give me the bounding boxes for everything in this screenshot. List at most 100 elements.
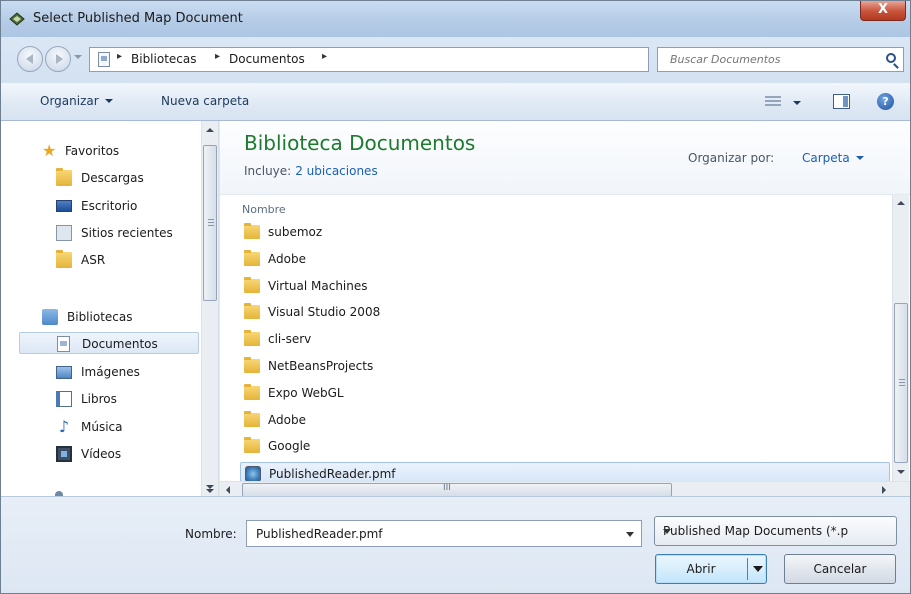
back-button[interactable] (17, 46, 43, 72)
sidebar-item-imagenes[interactable]: Imágenes (1, 361, 201, 383)
forward-arrow-icon (56, 54, 63, 64)
sidebar-item-asr[interactable]: ASR (1, 249, 201, 271)
search-input[interactable] (659, 49, 869, 70)
command-toolbar: Organizar Nueva carpeta ? (1, 83, 910, 121)
sidebar-item-label: Descargas (81, 171, 144, 185)
sidebar-item-videos[interactable]: Vídeos (1, 443, 201, 465)
forward-button[interactable] (45, 46, 71, 72)
horizontal-scroll-thumb[interactable]: III (242, 483, 672, 497)
scroll-right-arrow-icon[interactable] (882, 486, 886, 494)
window-title: Select Published Map Document (33, 11, 243, 26)
file-name: Google (268, 439, 311, 453)
scroll-down-arrow-icon[interactable] (897, 470, 905, 474)
scroll-up-arrow-icon[interactable] (206, 128, 214, 132)
organize-label: Organizar (40, 94, 99, 108)
sidebar-item-sitios-recientes[interactable]: Sitios recientes (1, 222, 201, 244)
sidebar-scroll-thumb[interactable] (203, 145, 217, 301)
sidebar-item-escritorio[interactable]: Escritorio (1, 195, 201, 217)
file-name: Adobe (268, 413, 306, 427)
close-button[interactable]: X (860, 1, 906, 21)
search-box (657, 47, 904, 72)
folder-icon (244, 303, 260, 319)
title-bar[interactable]: Select Published Map Document X (1, 1, 910, 37)
sidebar-item-descargas[interactable]: Descargas (1, 167, 201, 189)
new-folder-button[interactable]: Nueva carpeta (161, 94, 249, 108)
sidebar-item-bibliotecas[interactable]: Bibliotecas (1, 306, 201, 328)
breadcrumb-bibliotecas[interactable]: Bibliotecas (131, 52, 196, 66)
cancel-button[interactable]: Cancelar (784, 554, 896, 584)
library-location-icon (98, 52, 110, 67)
filename-pane: Nombre: Published Map Documents (*.p Abr… (1, 496, 910, 593)
filename-combobox (246, 520, 642, 547)
file-name: subemoz (268, 225, 323, 239)
open-button[interactable]: Abrir (655, 554, 767, 584)
split-divider (747, 558, 748, 580)
open-options-chevron-icon[interactable] (753, 566, 763, 572)
locations-link[interactable]: 2 ubicaciones (295, 164, 377, 178)
sidebar-item-favoritos[interactable]: ★ Favoritos (1, 140, 201, 162)
folder-row[interactable]: Adobe (240, 409, 890, 432)
includes-label: Incluye: (244, 164, 292, 178)
sidebar-scroll-down-arrow-icon[interactable] (206, 489, 214, 493)
file-list-scroll-thumb[interactable] (894, 303, 908, 463)
back-arrow-icon (26, 54, 33, 64)
breadcrumb-documentos[interactable]: Documentos (229, 52, 305, 66)
file-name: NetBeansProjects (268, 359, 374, 373)
column-header-name[interactable]: Nombre (242, 203, 286, 216)
folder-icon (244, 411, 260, 427)
downloads-folder-icon (56, 168, 72, 186)
recent-pages-chevron-icon[interactable] (74, 55, 82, 59)
folder-row[interactable]: Visual Studio 2008 (240, 301, 890, 324)
sidebar-item-label: Sitios recientes (81, 226, 173, 240)
address-bar[interactable]: ▸ Bibliotecas ▸ Documentos ▸ ⇅ (89, 47, 721, 72)
sidebar-item-musica[interactable]: ♪ Música (1, 416, 201, 438)
file-list-pane: Biblioteca Documentos Incluye: 2 ubicacio… (206, 121, 910, 498)
sidebar-item-label: Libros (81, 392, 117, 406)
folder-icon (56, 250, 72, 268)
help-icon[interactable]: ? (877, 93, 894, 110)
breadcrumb-separator-icon[interactable]: ▸ (117, 51, 122, 62)
sidebar-item-label: Escritorio (81, 199, 138, 213)
scroll-up-arrow-icon[interactable] (897, 201, 905, 205)
folder-row[interactable]: Google (240, 435, 890, 458)
view-options-chevron-icon[interactable] (793, 101, 801, 105)
file-list-vertical-scrollbar[interactable] (892, 195, 909, 481)
breadcrumb-separator-icon[interactable]: ▸ (215, 51, 220, 62)
folder-row[interactable]: Expo WebGL (240, 382, 890, 405)
scroll-grip-icon: III (443, 483, 451, 493)
change-view-icon[interactable] (765, 96, 781, 108)
desktop-icon (56, 200, 72, 212)
arrange-by-dropdown[interactable]: Carpeta (802, 151, 864, 165)
arrange-by-value: Carpeta (802, 151, 850, 165)
sidebar-scrollbar[interactable] (201, 121, 218, 496)
sidebar-item-label: Música (81, 420, 123, 434)
file-name: cli-serv (268, 332, 312, 346)
folder-row[interactable]: subemoz (240, 221, 890, 244)
folder-icon (244, 330, 260, 346)
libraries-icon (42, 309, 58, 325)
folder-row[interactable]: cli-serv (240, 328, 890, 351)
scroll-left-arrow-icon[interactable] (226, 486, 230, 494)
sidebar-item-documentos[interactable]: Documentos (19, 332, 199, 354)
folder-row[interactable]: Adobe (240, 248, 890, 271)
file-type-filter-value: Published Map Documents (*.p (663, 524, 849, 538)
sidebar-item-label: Vídeos (81, 447, 122, 461)
file-type-filter-select[interactable]: Published Map Documents (*.p (654, 516, 897, 546)
sidebar-item-libros[interactable]: Libros (1, 388, 201, 410)
organize-menu-button[interactable]: Organizar (40, 94, 113, 108)
folder-row[interactable]: NetBeansProjects (240, 355, 890, 378)
open-button-label: Abrir (686, 562, 716, 576)
chevron-down-icon (663, 529, 671, 534)
preview-pane-icon[interactable] (833, 94, 850, 109)
arrange-by-label: Organizar por: (688, 151, 775, 165)
folder-icon (244, 223, 260, 239)
folder-icon (244, 277, 260, 293)
folder-row[interactable]: Virtual Machines (240, 275, 890, 298)
breadcrumb-separator-icon[interactable]: ▸ (322, 51, 327, 62)
music-note-icon: ♪ (58, 417, 70, 436)
sidebar-item-label: Favoritos (65, 144, 120, 158)
search-icon[interactable] (886, 53, 896, 63)
file-name: Expo WebGL (268, 386, 344, 400)
filename-history-chevron-icon[interactable] (626, 532, 634, 537)
filename-input[interactable] (248, 522, 618, 545)
